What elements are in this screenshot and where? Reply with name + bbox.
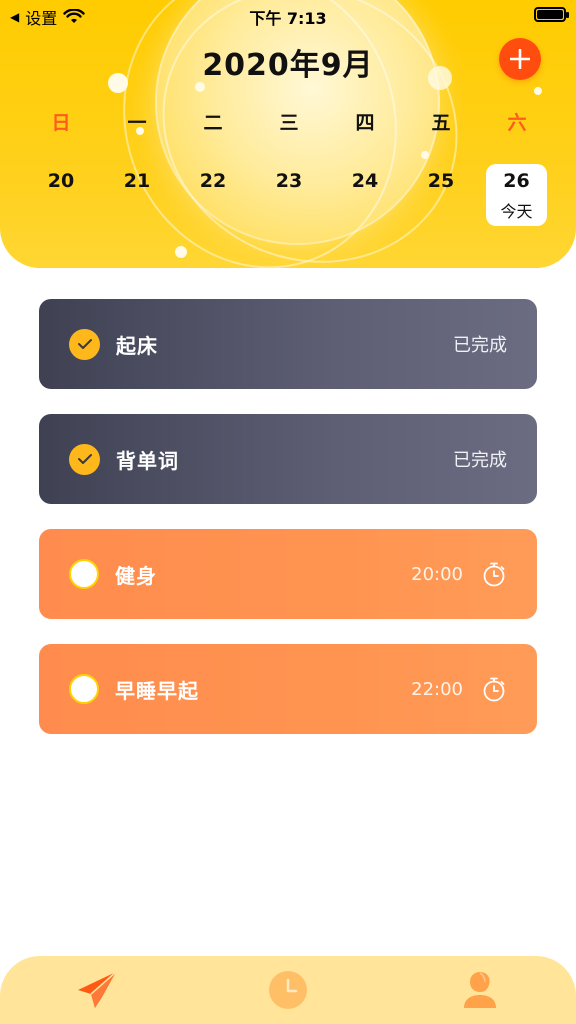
add-task-button[interactable] (499, 38, 541, 80)
tab-profile[interactable] (458, 968, 502, 1012)
month-title[interactable]: 2020年9月 (0, 40, 576, 84)
date-row: 20 21 22 23 24 25 26 今天 (23, 164, 555, 226)
task-card[interactable]: 背单词 已完成 (39, 414, 537, 504)
date-cell[interactable]: 22 (175, 164, 251, 226)
date-number: 20 (47, 170, 75, 192)
task-title: 背单词 (116, 448, 179, 473)
task-title: 健身 (115, 563, 157, 588)
task-status: 已完成 (453, 335, 507, 356)
date-number: 26 (503, 170, 530, 192)
weekday-label: 一 (127, 112, 147, 134)
task-status: 已完成 (453, 450, 507, 471)
checkmark-icon (77, 454, 92, 464)
date-cell[interactable]: 21 (99, 164, 175, 226)
bottom-tab-bar (0, 956, 576, 1024)
date-number: 25 (427, 170, 455, 192)
task-list: 起床 已完成 背单词 已完成 健身 20:00 早睡早起 22:00 (39, 299, 537, 759)
date-cell[interactable]: 23 (251, 164, 327, 226)
date-number: 22 (199, 170, 227, 192)
date-cell[interactable]: 20 (23, 164, 99, 226)
user-icon (464, 972, 496, 1008)
decorative-dot (534, 87, 542, 95)
task-time: 22:00 (411, 678, 463, 700)
task-card[interactable]: 健身 20:00 (39, 529, 537, 619)
tab-clock[interactable] (266, 968, 310, 1012)
task-title: 起床 (116, 333, 158, 358)
weekday-label: 六 (507, 112, 527, 134)
battery-icon (534, 7, 569, 22)
checkmark-icon (77, 339, 92, 349)
tab-send[interactable] (75, 968, 119, 1012)
status-time: 下午 7:13 (249, 9, 327, 28)
task-card[interactable]: 早睡早起 22:00 (39, 644, 537, 734)
task-checkbox[interactable] (69, 674, 99, 704)
plus-icon (510, 49, 530, 69)
stopwatch-icon[interactable] (481, 561, 507, 587)
weekday-label: 日 (51, 112, 71, 134)
calendar-header: ◀ 设置 下午 7:13 2020年9月 日 一 二 三 四 五 六 20 21… (0, 0, 576, 268)
send-icon (78, 971, 117, 1008)
date-cell[interactable]: 24 (327, 164, 403, 226)
task-time: 20:00 (411, 563, 463, 585)
date-number: 24 (351, 170, 379, 192)
weekday-label: 二 (203, 112, 223, 134)
clock-icon (269, 971, 307, 1009)
task-title: 早睡早起 (115, 678, 199, 703)
date-cell[interactable]: 25 (403, 164, 479, 226)
decorative-dot (175, 246, 187, 258)
status-bar: ◀ 设置 下午 7:13 (0, 0, 576, 30)
weekday-label: 四 (355, 112, 375, 134)
weekday-row: 日 一 二 三 四 五 六 (23, 108, 555, 135)
task-checkbox[interactable] (69, 559, 99, 589)
task-checkbox[interactable] (69, 443, 100, 475)
today-label: 今天 (500, 202, 533, 221)
date-cell-today[interactable]: 26 今天 (486, 164, 547, 226)
task-card[interactable]: 起床 已完成 (39, 299, 537, 389)
weekday-label: 三 (279, 112, 299, 134)
task-checkbox[interactable] (69, 328, 100, 360)
date-number: 23 (275, 170, 303, 192)
decorative-dot (421, 151, 429, 159)
date-number: 21 (123, 170, 151, 192)
weekday-label: 五 (431, 112, 451, 134)
stopwatch-icon[interactable] (481, 676, 507, 702)
